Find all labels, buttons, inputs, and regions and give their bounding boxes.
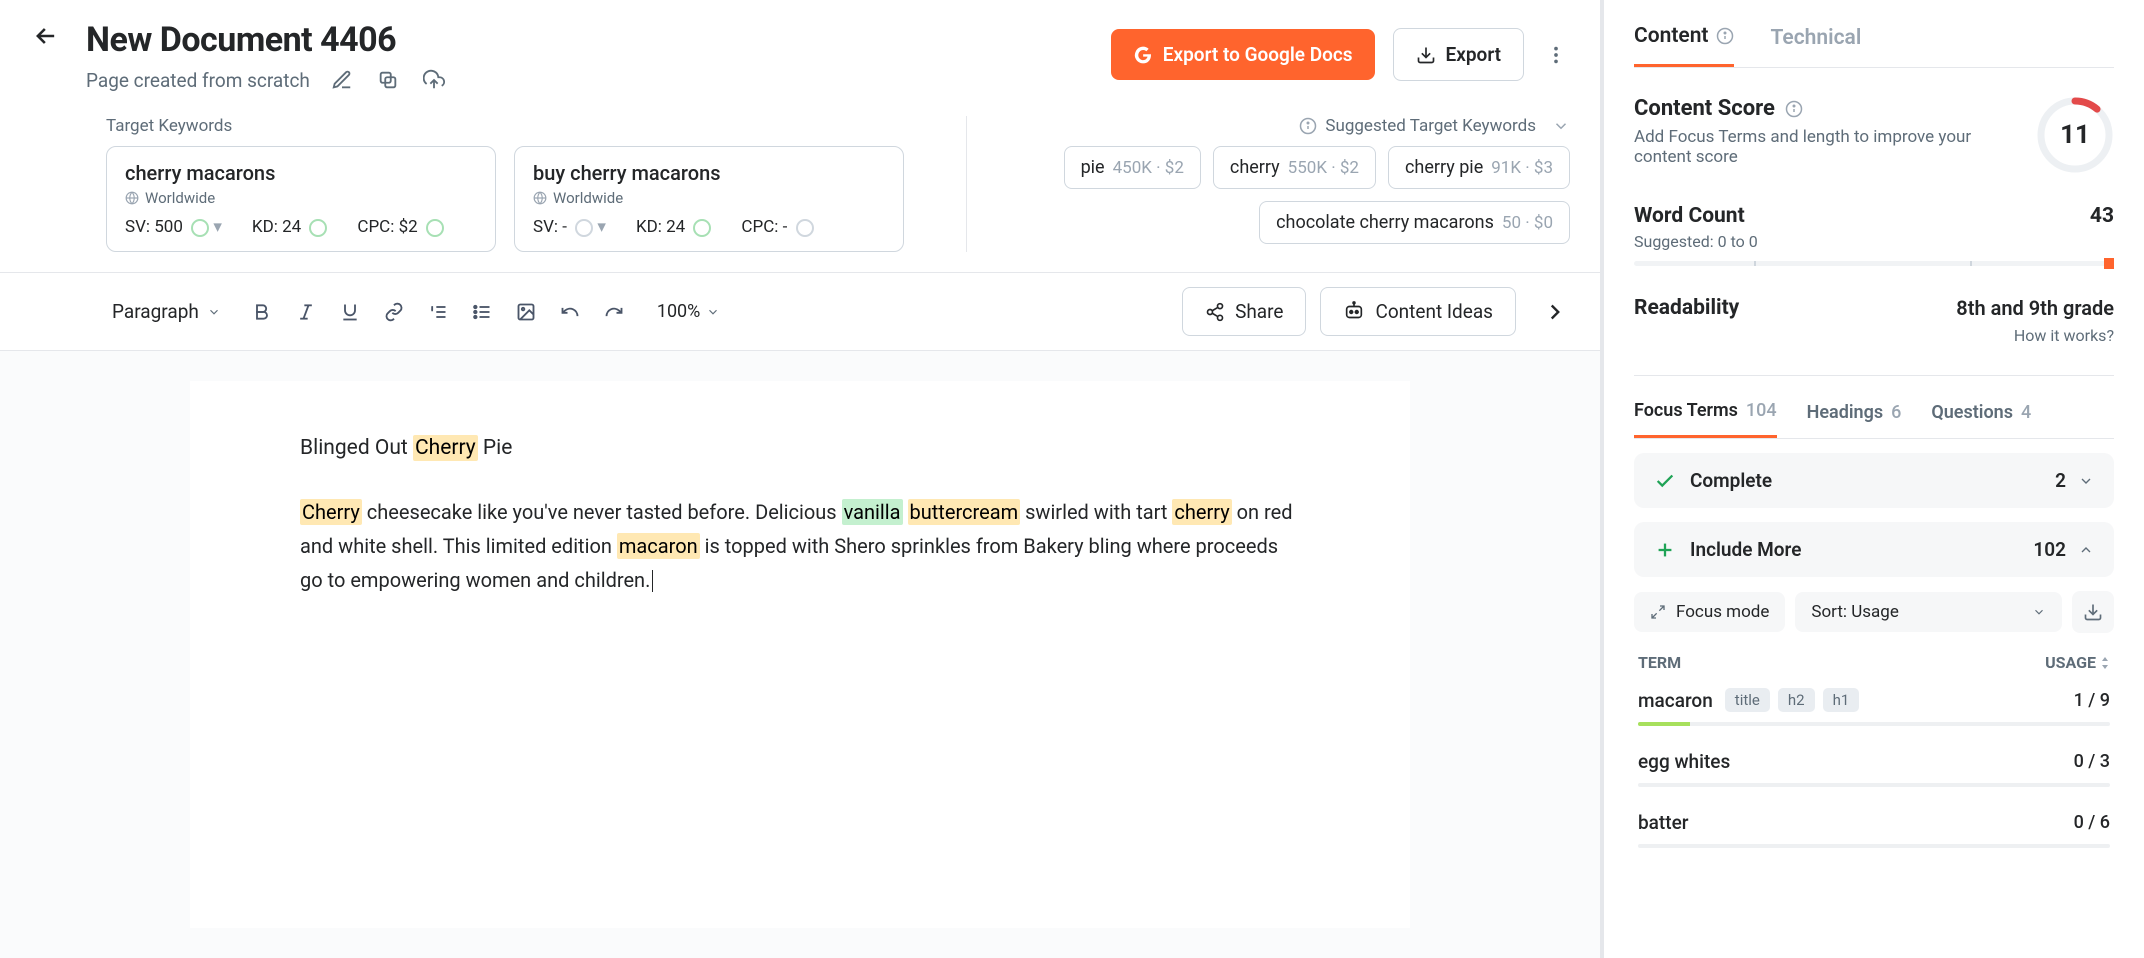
plus-icon — [1654, 539, 1676, 561]
download-terms-button[interactable] — [2072, 591, 2114, 633]
suggested-keyword-pill[interactable]: chocolate cherry macarons50 · $0 — [1259, 201, 1570, 244]
export-gdocs-label: Export to Google Docs — [1163, 43, 1353, 66]
chevron-down-icon[interactable] — [1552, 117, 1570, 135]
bullet-list-button[interactable] — [467, 297, 497, 327]
tab-technical[interactable]: Technical — [1770, 24, 1861, 67]
term-name: macaron — [1638, 689, 1713, 712]
document-title: New Document 4406 — [86, 20, 1087, 60]
suggested-keyword-pill[interactable]: pie450K · $2 — [1064, 146, 1201, 189]
suggested-keywords-label: Suggested Target Keywords — [1325, 116, 1536, 136]
group-complete[interactable]: Complete 2 — [1634, 453, 2114, 508]
content-score-ring: 11 — [2036, 96, 2114, 174]
expand-icon — [1650, 604, 1666, 620]
focus-mode-button[interactable]: Focus mode — [1634, 592, 1785, 632]
term-usage: 1 / 9 — [2074, 690, 2110, 711]
upload-icon[interactable] — [420, 66, 448, 94]
tab-content[interactable]: Content — [1634, 24, 1734, 67]
info-icon[interactable] — [1785, 100, 1803, 118]
target-keywords-label: Target Keywords — [106, 116, 926, 136]
term-usage: 0 / 6 — [2074, 812, 2110, 833]
globe-icon — [533, 191, 547, 205]
term-progress — [1638, 722, 2110, 726]
keyword-sv: SV: 500 ▾ — [125, 217, 222, 237]
wordcount-bar — [1634, 261, 2114, 266]
readability-value: 8th and 9th grade — [1956, 296, 2114, 320]
subtab-questions[interactable]: Questions4 — [1931, 400, 2031, 438]
undo-button[interactable] — [555, 297, 585, 327]
term-tag: h1 — [1823, 688, 1860, 712]
editor-page[interactable]: Blinged Out Cherry Pie Cherry cheesecake… — [190, 381, 1410, 928]
term-column-usage[interactable]: USAGE — [2045, 653, 2110, 672]
paragraph-selector[interactable]: Paragraph — [100, 292, 233, 331]
keyword-name: cherry macarons — [125, 161, 477, 185]
back-button[interactable] — [30, 20, 62, 52]
sort-icon — [2100, 657, 2110, 669]
underline-button[interactable] — [335, 297, 365, 327]
term-row[interactable]: egg whites 0 / 3 — [1634, 734, 2114, 795]
chevron-down-icon — [2078, 473, 2094, 489]
content-score-desc: Add Focus Terms and length to improve yo… — [1634, 127, 1994, 167]
export-label: Export — [1446, 43, 1501, 66]
wordcount-sub: Suggested: 0 to 0 — [1634, 232, 2114, 251]
info-icon — [1716, 27, 1734, 45]
readability-label: Readability — [1634, 296, 1739, 320]
wordcount-value: 43 — [2090, 204, 2114, 228]
more-menu-button[interactable] — [1542, 41, 1570, 69]
keyword-card[interactable]: buy cherry macarons Worldwide SV: - ▾ KD… — [514, 146, 904, 252]
subtab-headings[interactable]: Headings6 — [1807, 400, 1902, 438]
italic-button[interactable] — [291, 297, 321, 327]
term-tag: h2 — [1778, 688, 1815, 712]
editor-paragraph: Cherry cheesecake like you've never tast… — [300, 495, 1300, 597]
editor-heading: Blinged Out Cherry Pie — [300, 431, 1300, 467]
wordcount-label: Word Count — [1634, 204, 1745, 228]
keyword-card[interactable]: cherry macarons Worldwide SV: 500 ▾ KD: … — [106, 146, 496, 252]
suggested-keyword-pill[interactable]: cherry pie91K · $3 — [1388, 146, 1570, 189]
keyword-cpc: CPC: $2 — [357, 217, 444, 237]
zoom-selector[interactable]: 100% — [657, 301, 721, 322]
keyword-kd: KD: 24 — [252, 217, 327, 237]
term-tag: title — [1725, 688, 1770, 712]
globe-icon — [125, 191, 139, 205]
document-subtitle: Page created from scratch — [86, 69, 310, 92]
bold-button[interactable] — [247, 297, 277, 327]
export-button[interactable]: Export — [1393, 28, 1524, 81]
term-column-term: TERM — [1638, 653, 1681, 672]
check-icon — [1654, 470, 1676, 492]
term-progress — [1638, 844, 2110, 848]
content-score-value: 11 — [2036, 96, 2114, 174]
content-ideas-button[interactable]: Content Ideas — [1320, 287, 1516, 336]
term-progress — [1638, 783, 2110, 787]
chevron-down-icon — [207, 305, 221, 319]
download-icon — [2083, 602, 2103, 622]
keyword-sv: SV: - ▾ — [533, 217, 606, 237]
content-score-title: Content Score — [1634, 96, 1775, 121]
next-button[interactable] — [1540, 297, 1570, 327]
keyword-location: Worldwide — [533, 189, 885, 207]
info-icon — [1299, 117, 1317, 135]
link-button[interactable] — [379, 297, 409, 327]
redo-button[interactable] — [599, 297, 629, 327]
keyword-kd: KD: 24 — [636, 217, 711, 237]
term-usage: 0 / 3 — [2074, 751, 2110, 772]
copy-icon[interactable] — [374, 66, 402, 94]
export-gdocs-button[interactable]: Export to Google Docs — [1111, 29, 1375, 80]
chevron-down-icon — [2032, 605, 2046, 619]
keyword-cpc: CPC: - — [741, 217, 813, 237]
term-name: batter — [1638, 811, 1688, 834]
term-name: egg whites — [1638, 750, 1730, 773]
term-row[interactable]: macaron title h2 h1 1 / 9 — [1634, 672, 2114, 734]
term-row[interactable]: batter 0 / 6 — [1634, 795, 2114, 856]
sort-selector[interactable]: Sort: Usage — [1795, 592, 2062, 632]
subtab-focus-terms[interactable]: Focus Terms104 — [1634, 400, 1777, 438]
suggested-keyword-pill[interactable]: cherry550K · $2 — [1213, 146, 1376, 189]
keyword-name: buy cherry macarons — [533, 161, 885, 185]
ordered-list-button[interactable] — [423, 297, 453, 327]
edit-icon[interactable] — [328, 66, 356, 94]
readability-how[interactable]: How it works? — [1956, 326, 2114, 345]
share-button[interactable]: Share — [1182, 287, 1306, 336]
chevron-up-icon — [2078, 542, 2094, 558]
group-include-more[interactable]: Include More 102 — [1634, 522, 2114, 577]
image-button[interactable] — [511, 297, 541, 327]
keyword-location: Worldwide — [125, 189, 477, 207]
